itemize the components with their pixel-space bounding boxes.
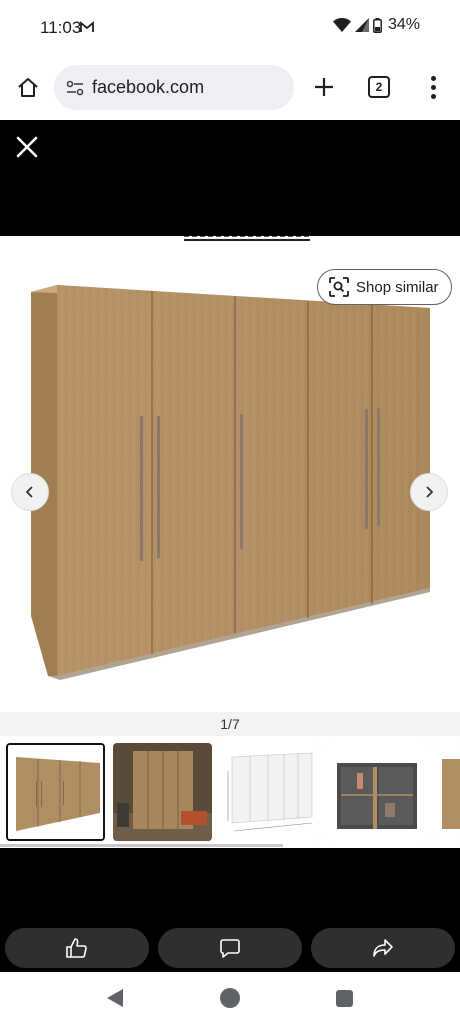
thumbnail-strip (0, 736, 460, 848)
wifi-icon (332, 18, 351, 32)
thumbnail-1[interactable] (6, 743, 105, 841)
image-counter: 1/7 (220, 716, 240, 732)
comment-button[interactable] (158, 928, 302, 968)
like-icon (66, 938, 87, 958)
gmail-icon (80, 20, 94, 38)
close-button[interactable] (12, 132, 42, 162)
shop-similar-button[interactable]: Shop similar (317, 269, 452, 305)
post-actions-area (0, 848, 460, 972)
back-icon[interactable] (106, 988, 124, 1008)
shop-similar-label: Shop similar (356, 278, 439, 296)
address-bar[interactable]: facebook.com (54, 65, 294, 110)
status-bar: 11:03 34% (0, 0, 460, 56)
recents-icon[interactable] (336, 990, 353, 1007)
home-button[interactable] (12, 72, 44, 104)
tab-count: 2 (375, 80, 383, 94)
new-tab-button[interactable] (309, 72, 339, 102)
share-button[interactable] (311, 928, 455, 968)
share-icon (373, 939, 393, 957)
tabs-button[interactable]: 2 (368, 76, 390, 98)
site-info-icon (66, 80, 84, 95)
thumbnail-scroll-indicator (0, 844, 283, 847)
system-navigation-bar (0, 972, 460, 1024)
thumbnail-2[interactable] (113, 743, 212, 841)
thumbnail-4[interactable] (327, 743, 426, 841)
browser-toolbar: facebook.com 2 (0, 56, 460, 120)
media-viewer-header (0, 120, 460, 236)
status-indicators: 34% (332, 16, 420, 34)
signal-icon (354, 18, 369, 32)
next-image-button[interactable] (410, 473, 448, 511)
thumbnail-3[interactable] (220, 743, 319, 841)
close-icon (16, 136, 38, 158)
comment-icon (220, 939, 240, 958)
battery-percent: 34% (387, 16, 420, 33)
more-menu-button[interactable] (424, 72, 442, 102)
lens-search-icon (329, 277, 349, 297)
url-text: facebook.com (92, 77, 205, 97)
like-button[interactable] (5, 928, 149, 968)
new-tab-icon (315, 78, 333, 96)
thumbnail-5[interactable] (434, 743, 460, 841)
home-circle-icon[interactable] (220, 988, 240, 1008)
wardrobe-image (31, 285, 430, 680)
home-icon (18, 78, 38, 97)
product-image-viewer: Shop similar (0, 236, 460, 712)
battery-icon (373, 17, 382, 33)
previous-image-button[interactable] (11, 473, 49, 511)
status-time: 11:03 (40, 18, 82, 37)
chevron-right-icon (426, 486, 434, 498)
chevron-left-icon (25, 486, 33, 498)
image-counter-bar: 1/7 (0, 712, 460, 736)
